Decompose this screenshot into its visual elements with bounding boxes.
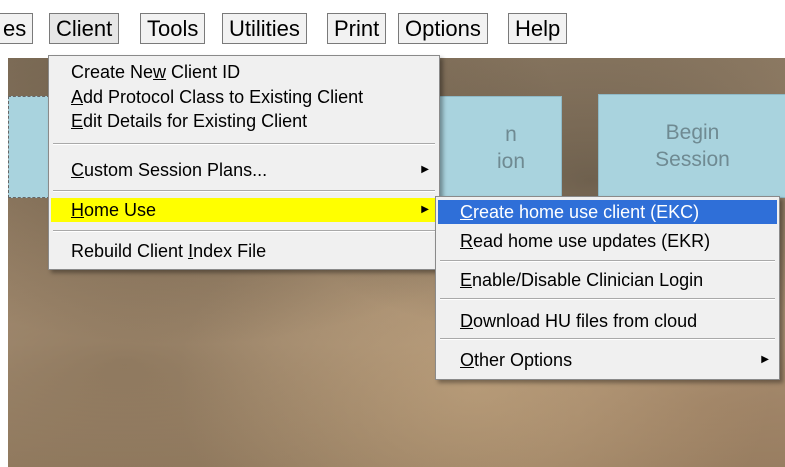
menu-other-options[interactable]: Other Options ▶ [438,348,777,372]
menu-mnemonic: E [71,111,84,131]
menu-rebuild-client-index[interactable]: Rebuild Client Index File [51,239,437,263]
menu-separator [440,260,775,262]
client-dropdown: Create New Client ID Add Protocol Class … [48,55,440,270]
menu-text: ther Options [474,350,573,370]
menu-home-use[interactable]: Home Use ▶ [51,198,437,222]
menu-files[interactable]: es [0,13,34,44]
menu-create-new-client-id[interactable]: Create New Client ID [51,60,437,84]
menu-text: ndex File [193,241,267,261]
menu-separator [53,230,435,232]
menu-mnemonic: D [460,311,473,331]
home-use-submenu: Create home use client (EKC) Read home u… [435,196,780,380]
menu-text: ome Use [84,200,157,220]
menu-mnemonic: C [460,202,473,222]
menu-custom-session-plans[interactable]: Custom Session Plans... ▶ [51,158,437,182]
menu-text: ownload HU files from cloud [473,311,698,331]
menu-text: Rebuild Client [71,241,189,261]
menu-help[interactable]: Help [508,13,568,44]
menu-tools[interactable]: Tools [140,13,206,44]
menu-separator [53,190,435,192]
menu-mnemonic: A [71,87,84,107]
submenu-arrow-icon: ▶ [421,164,429,175]
menu-edit-client-details[interactable]: Edit Details for Existing Client [51,109,437,133]
menu-text: Client ID [166,62,241,82]
menu-mnemonic: E [460,270,473,290]
menu-download-hu-files[interactable]: Download HU files from cloud [438,309,777,333]
menu-print[interactable]: Print [327,13,387,44]
begin-session-line1: Begin [665,121,720,144]
menu-add-protocol-class[interactable]: Add Protocol Class to Existing Client [51,85,437,109]
submenu-arrow-icon: ▶ [761,354,769,365]
menu-text: dd Protocol Class to Existing Client [83,87,364,107]
menu-mnemonic: C [71,160,84,180]
begin-session-line2: Session [655,148,730,171]
menu-read-home-use-updates[interactable]: Read home use updates (EKR) [438,229,777,253]
menu-text: nable/Disable Clinician Login [472,270,704,290]
menu-text: reate home use client (EKC) [473,202,700,222]
menu-mnemonic: O [460,350,475,370]
menu-separator [440,338,775,340]
menu-text: ead home use updates (EKR) [473,231,711,251]
menu-utilities[interactable]: Utilities [222,13,307,44]
menu-text: ustom Session Plans... [84,160,268,180]
menu-separator [440,298,775,300]
menu-enable-disable-clinician-login[interactable]: Enable/Disable Clinician Login [438,268,777,292]
menu-mnemonic: w [153,62,167,82]
menu-mnemonic: R [460,231,473,251]
menu-create-home-use-client[interactable]: Create home use client (EKC) [438,200,777,224]
menu-options[interactable]: Options [398,13,488,44]
menubar: es Client Tools Utilities Print Options … [0,0,785,50]
menu-separator [53,143,435,145]
menu-client[interactable]: Client [49,13,120,44]
menu-mnemonic: H [71,200,84,220]
begin-session-tile[interactable]: Begin Session [598,94,785,198]
menu-text: Create Ne [71,62,154,82]
menu-text: dit Details for Existing Client [83,111,308,131]
submenu-arrow-icon: ▶ [421,204,429,215]
tile-selected[interactable] [8,96,50,198]
